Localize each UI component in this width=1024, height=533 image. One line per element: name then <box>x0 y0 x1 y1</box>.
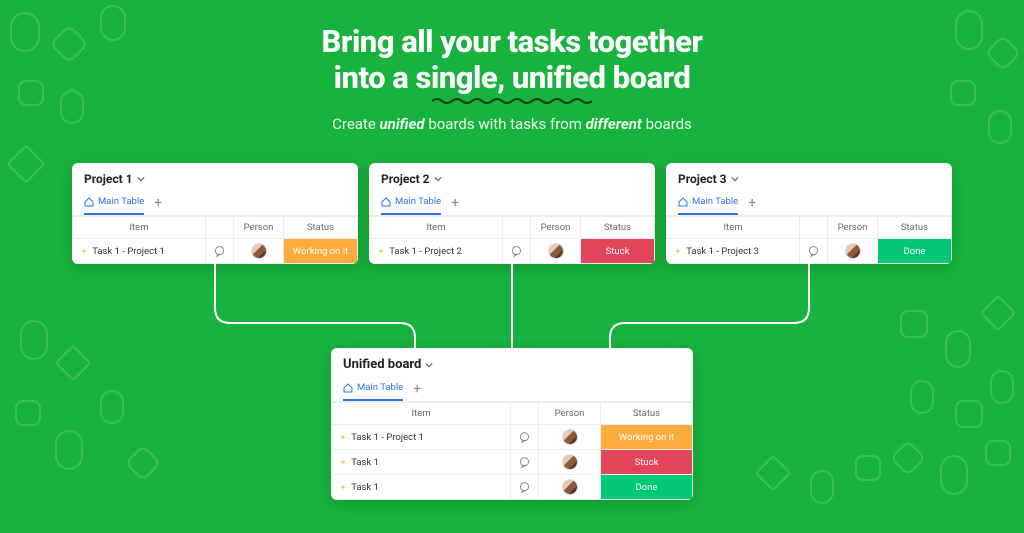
col-header-chat <box>503 217 531 239</box>
col-header-status: Status <box>581 217 655 239</box>
board-project-2: Project 2 Main Table + Item Person Statu… <box>369 163 655 264</box>
status-cell[interactable]: Stuck <box>581 239 655 264</box>
status-cell[interactable]: Stuck <box>601 450 693 475</box>
col-header-item: Item <box>332 403 511 425</box>
person-cell[interactable] <box>828 239 878 264</box>
chat-icon <box>518 431 531 444</box>
table-row[interactable]: Task 1 Stuck <box>332 450 693 475</box>
home-icon <box>678 197 688 207</box>
col-header-status: Status <box>878 217 952 239</box>
chat-cell[interactable] <box>503 239 531 264</box>
table-row[interactable]: Task 1 - Project 3 Done <box>667 239 952 264</box>
tab-main-table[interactable]: Main Table <box>343 377 403 401</box>
board-project-3: Project 3 Main Table + Item Person Statu… <box>666 163 952 264</box>
col-header-chat <box>800 217 828 239</box>
task-name[interactable]: Task 1 <box>332 475 511 500</box>
task-name[interactable]: Task 1 - Project 2 <box>370 239 503 264</box>
chevron-down-icon <box>425 361 433 369</box>
hero-subtitle: Create unified boards with tasks from di… <box>0 115 1024 133</box>
avatar <box>548 243 564 259</box>
avatar <box>251 243 267 259</box>
status-cell[interactable]: Working on it <box>284 239 358 264</box>
chat-icon <box>518 456 531 469</box>
chevron-down-icon <box>137 175 145 183</box>
person-cell[interactable] <box>234 239 284 264</box>
board-title[interactable]: Project 2 <box>369 163 655 191</box>
status-cell[interactable]: Done <box>878 239 952 264</box>
chat-cell[interactable] <box>511 425 539 450</box>
table-row[interactable]: Task 1 Done <box>332 475 693 500</box>
person-cell[interactable] <box>531 239 581 264</box>
col-header-item: Item <box>667 217 800 239</box>
status-cell[interactable]: Done <box>601 475 693 500</box>
home-icon <box>343 383 353 393</box>
chevron-down-icon <box>434 175 442 183</box>
col-header-chat <box>511 403 539 425</box>
task-name[interactable]: Task 1 - Project 3 <box>667 239 800 264</box>
avatar <box>562 429 578 445</box>
status-cell[interactable]: Working on it <box>601 425 693 450</box>
avatar <box>562 454 578 470</box>
col-header-person: Person <box>539 403 601 425</box>
home-icon <box>381 197 391 207</box>
col-header-item: Item <box>370 217 503 239</box>
tab-main-table[interactable]: Main Table <box>84 191 144 215</box>
col-header-status: Status <box>284 217 358 239</box>
hero-header: Bring all your tasks together into a sin… <box>0 0 1024 133</box>
person-cell[interactable] <box>539 450 601 475</box>
board-title[interactable]: Unified board <box>331 348 693 377</box>
underline-squiggle <box>432 97 592 105</box>
chat-cell[interactable] <box>800 239 828 264</box>
col-header-person: Person <box>531 217 581 239</box>
chat-icon <box>518 481 531 494</box>
person-cell[interactable] <box>539 475 601 500</box>
table-row[interactable]: Task 1 - Project 1 Working on it <box>332 425 693 450</box>
board-title[interactable]: Project 3 <box>666 163 952 191</box>
avatar <box>845 243 861 259</box>
table-row[interactable]: Task 1 - Project 1 Working on it <box>73 239 358 264</box>
chat-cell[interactable] <box>206 239 234 264</box>
tab-main-table[interactable]: Main Table <box>381 191 441 215</box>
task-name[interactable]: Task 1 - Project 1 <box>332 425 511 450</box>
chat-icon <box>807 245 820 258</box>
table-row[interactable]: Task 1 - Project 2 Stuck <box>370 239 655 264</box>
col-header-person: Person <box>234 217 284 239</box>
col-header-item: Item <box>73 217 206 239</box>
chevron-down-icon <box>731 175 739 183</box>
tab-main-table[interactable]: Main Table <box>678 191 738 215</box>
board-unified: Unified board Main Table + Item Person S… <box>331 348 693 500</box>
col-header-chat <box>206 217 234 239</box>
col-header-status: Status <box>601 403 693 425</box>
avatar <box>562 479 578 495</box>
task-name[interactable]: Task 1 - Project 1 <box>73 239 206 264</box>
task-name[interactable]: Task 1 <box>332 450 511 475</box>
chat-cell[interactable] <box>511 450 539 475</box>
board-title[interactable]: Project 1 <box>72 163 358 191</box>
chat-cell[interactable] <box>511 475 539 500</box>
person-cell[interactable] <box>539 425 601 450</box>
chat-icon <box>510 245 523 258</box>
col-header-person: Person <box>828 217 878 239</box>
hero-title: Bring all your tasks together into a sin… <box>0 24 1024 95</box>
chat-icon <box>213 245 226 258</box>
home-icon <box>84 197 94 207</box>
board-project-1: Project 1 Main Table + Item Person Statu… <box>72 163 358 264</box>
